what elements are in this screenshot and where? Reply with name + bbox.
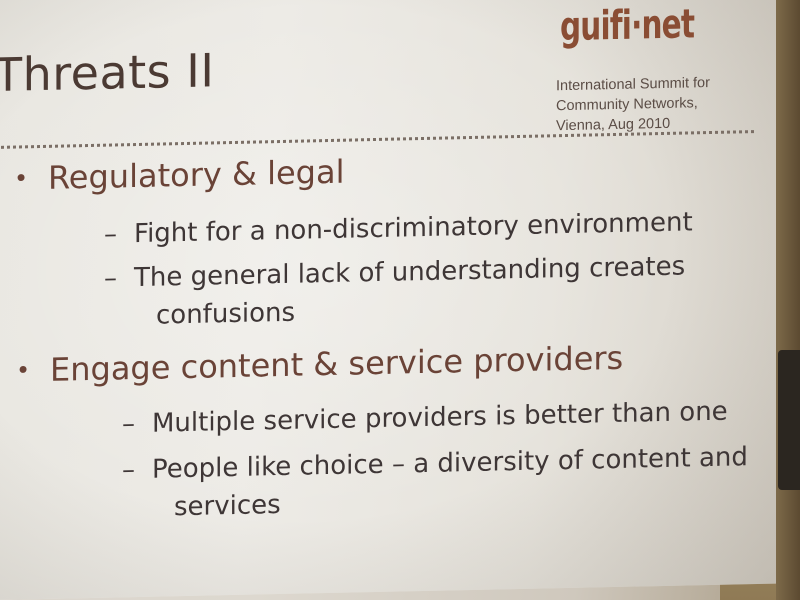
bullet-engage: • Engage content & service providers <box>16 339 623 390</box>
bullet-text: Engage content & service providers <box>50 338 624 389</box>
sub-bullet-text: Multiple service providers is better tha… <box>152 396 728 439</box>
sub-bullet-text: Fight for a non-discriminatory environme… <box>134 207 693 250</box>
dash-icon: – <box>104 219 117 250</box>
slide-title: Threats II <box>0 43 215 102</box>
bullet-text: Regulatory & legal <box>48 152 345 197</box>
dash-icon: – <box>104 263 117 294</box>
dash-icon: – <box>122 409 135 440</box>
bullet-regulatory: • Regulatory & legal <box>14 153 344 198</box>
wall-object <box>778 350 800 490</box>
event-line-2: Community Networks, <box>556 95 698 115</box>
projected-slide: Threats II guifi·net International Summi… <box>0 0 776 600</box>
sub-bullet: – Fight for a non-discriminatory environm… <box>104 203 693 253</box>
sub-bullet: – The general lack of understanding creat… <box>104 248 685 336</box>
bullet-dot-icon: • <box>16 356 31 385</box>
sub-bullet-continuation: confusions <box>156 297 296 331</box>
dash-icon: – <box>122 455 135 486</box>
sub-bullet: – People like choice – a diversity of con… <box>122 438 748 527</box>
guifi-logo: guifi·net <box>560 1 695 51</box>
sub-bullet-text: The general lack of understanding create… <box>134 251 686 294</box>
sub-bullet: – Multiple service providers is better th… <box>122 393 728 444</box>
bullet-dot-icon: • <box>14 164 29 193</box>
header-divider <box>0 130 754 149</box>
event-info: International Summit for Community Netwo… <box>556 73 710 136</box>
wall-post <box>776 0 800 600</box>
sub-bullet-continuation: services <box>174 489 281 523</box>
